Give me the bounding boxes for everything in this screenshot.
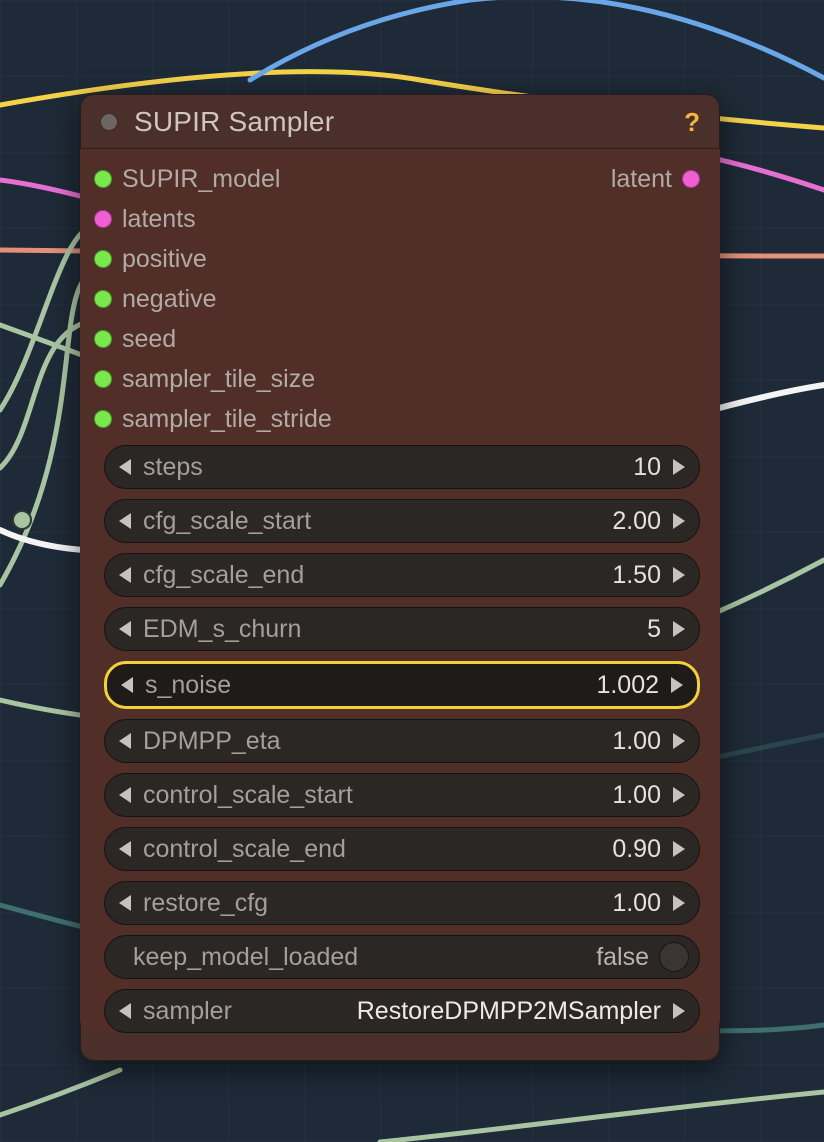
increment-icon[interactable] (673, 787, 685, 803)
increment-icon[interactable] (673, 459, 685, 475)
param-control-scale-start[interactable]: control_scale_start 1.00 (104, 773, 700, 817)
param-s-noise[interactable]: s_noise 1.002 (104, 661, 700, 709)
next-option-icon[interactable] (673, 1003, 685, 1019)
param-value[interactable]: 1.00 (612, 781, 661, 810)
input-label: sampler_tile_size (122, 365, 315, 394)
param-label: keep_model_loaded (133, 943, 358, 972)
increment-icon[interactable] (673, 733, 685, 749)
param-label: EDM_s_churn (143, 615, 301, 644)
output-label: latent (611, 165, 672, 194)
decrement-icon[interactable] (119, 733, 131, 749)
param-value[interactable]: 1.50 (612, 561, 661, 590)
param-sampler[interactable]: sampler RestoreDPMPP2MSampler (104, 989, 700, 1033)
param-value[interactable]: 1.00 (612, 727, 661, 756)
param-value[interactable]: 1.002 (596, 671, 659, 700)
help-icon[interactable]: ? (684, 107, 700, 138)
decrement-icon[interactable] (119, 841, 131, 857)
input-port[interactable] (94, 330, 112, 348)
decrement-icon[interactable] (121, 677, 133, 693)
toggle-knob[interactable] (659, 942, 689, 972)
decrement-icon[interactable] (119, 621, 131, 637)
increment-icon[interactable] (673, 841, 685, 857)
param-label: control_scale_end (143, 835, 346, 864)
node-title: SUPIR Sampler (134, 106, 668, 138)
param-label: control_scale_start (143, 781, 353, 810)
param-value[interactable]: 5 (647, 615, 661, 644)
param-label: cfg_scale_end (143, 561, 304, 590)
node-supir-sampler[interactable]: SUPIR Sampler ? SUPIR_model latent laten… (80, 94, 720, 1061)
output-port[interactable] (682, 170, 700, 188)
increment-icon[interactable] (673, 513, 685, 529)
param-value[interactable]: RestoreDPMPP2MSampler (357, 997, 661, 1026)
increment-icon[interactable] (673, 895, 685, 911)
param-value[interactable]: 10 (633, 453, 661, 482)
param-steps[interactable]: steps 10 (104, 445, 700, 489)
increment-icon[interactable] (671, 677, 683, 693)
param-label: s_noise (145, 671, 231, 700)
param-value[interactable]: 1.00 (612, 889, 661, 918)
decrement-icon[interactable] (119, 895, 131, 911)
node-collapse-dot[interactable] (100, 113, 118, 131)
input-label: seed (122, 325, 176, 354)
input-port[interactable] (94, 210, 112, 228)
param-cfg-scale-start[interactable]: cfg_scale_start 2.00 (104, 499, 700, 543)
input-label: latents (122, 205, 196, 234)
param-label: cfg_scale_start (143, 507, 311, 536)
wire-junction (12, 510, 32, 530)
param-label: steps (143, 453, 203, 482)
param-value[interactable]: 0.90 (612, 835, 661, 864)
decrement-icon[interactable] (119, 513, 131, 529)
node-body: SUPIR_model latent latents positive nega… (80, 148, 720, 1033)
param-value: false (596, 943, 649, 972)
param-edm-s-churn[interactable]: EDM_s_churn 5 (104, 607, 700, 651)
decrement-icon[interactable] (119, 787, 131, 803)
decrement-icon[interactable] (119, 459, 131, 475)
param-value[interactable]: 2.00 (612, 507, 661, 536)
param-label: sampler (143, 997, 232, 1026)
io-row: SUPIR_model latent (90, 159, 704, 199)
input-label: SUPIR_model (122, 165, 280, 194)
param-keep-model-loaded[interactable]: keep_model_loaded false (104, 935, 700, 979)
decrement-icon[interactable] (119, 567, 131, 583)
param-dpmpp-eta[interactable]: DPMPP_eta 1.00 (104, 719, 700, 763)
input-port[interactable] (94, 170, 112, 188)
input-label: negative (122, 285, 217, 314)
input-port[interactable] (94, 290, 112, 308)
params-list: steps 10 cfg_scale_start 2.00 cfg_scale_… (90, 445, 704, 1033)
prev-option-icon[interactable] (119, 1003, 131, 1019)
param-restore-cfg[interactable]: restore_cfg 1.00 (104, 881, 700, 925)
input-port[interactable] (94, 410, 112, 428)
node-titlebar[interactable]: SUPIR Sampler ? (80, 94, 720, 148)
param-label: DPMPP_eta (143, 727, 281, 756)
input-port[interactable] (94, 370, 112, 388)
input-label: positive (122, 245, 207, 274)
input-port[interactable] (94, 250, 112, 268)
input-label: sampler_tile_stride (122, 405, 332, 434)
increment-icon[interactable] (673, 621, 685, 637)
param-cfg-scale-end[interactable]: cfg_scale_end 1.50 (104, 553, 700, 597)
increment-icon[interactable] (673, 567, 685, 583)
param-label: restore_cfg (143, 889, 268, 918)
param-control-scale-end[interactable]: control_scale_end 0.90 (104, 827, 700, 871)
